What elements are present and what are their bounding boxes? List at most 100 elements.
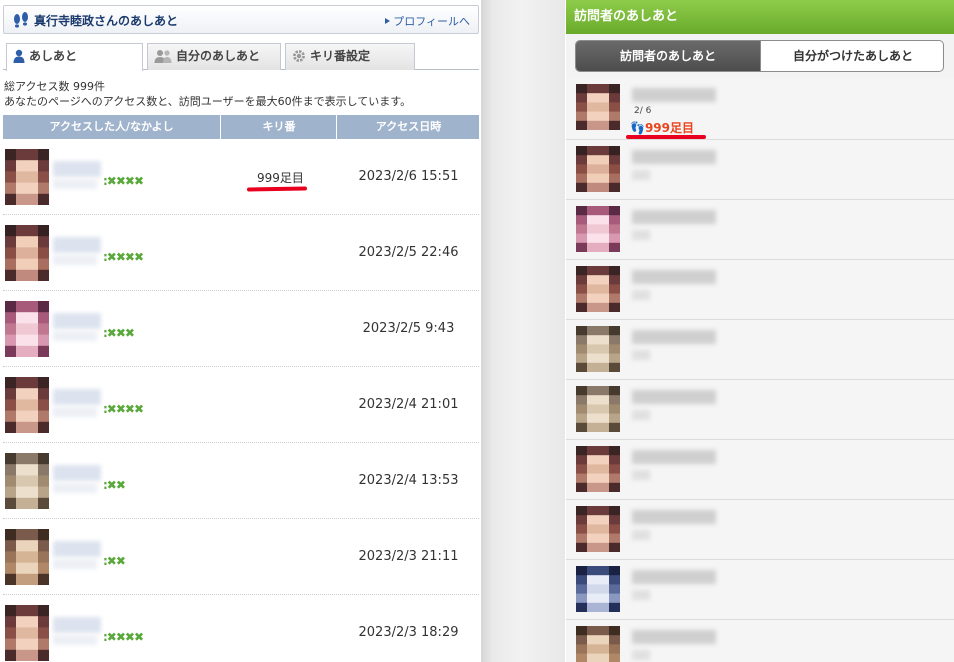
visitor-row[interactable] <box>566 200 954 260</box>
triangle-right-icon <box>385 18 391 24</box>
blurred-username <box>632 450 716 464</box>
blurred-username <box>632 390 716 404</box>
blurred-subtext <box>53 635 97 645</box>
table-header: アクセスした人/なかよし キリ番 アクセス日時 <box>3 115 479 139</box>
tab-bar: あしあと 自分のあしあと キリ番設定 <box>3 43 479 71</box>
friendship-clovers: :✖✖✖✖ <box>103 174 144 188</box>
profile-link-label: プロフィールへ <box>393 15 470 28</box>
tab-label: あしあと <box>29 49 78 63</box>
blurred-username[interactable] <box>53 541 101 557</box>
user-avatar[interactable] <box>5 301 49 357</box>
visitor-avatar[interactable] <box>576 446 620 492</box>
visitor-row[interactable] <box>566 380 954 440</box>
friendship-clovers: :✖✖✖ <box>103 326 135 340</box>
table-row: :✖✖✖✖ 2023/2/4 21:01 <box>3 367 479 443</box>
tab-footprints[interactable]: あしあと <box>6 43 143 71</box>
access-datetime: 2023/2/5 9:43 <box>362 321 455 336</box>
segment-visitor-footprints[interactable]: 訪問者のあしあと <box>576 41 760 71</box>
visitor-row[interactable] <box>566 260 954 320</box>
blurred-username[interactable] <box>53 237 101 253</box>
blurred-subtext <box>632 170 650 180</box>
tab-label: キリ番設定 <box>310 49 371 63</box>
access-datetime: 2023/2/4 13:53 <box>358 473 459 488</box>
access-datetime: 2023/2/5 22:46 <box>358 245 459 260</box>
visit-page: 2/ 6 <box>634 106 652 116</box>
column-header-datetime: アクセス日時 <box>375 120 442 133</box>
visitor-row[interactable] <box>566 440 954 500</box>
kiriban-hit-label: 999足目 <box>644 121 695 135</box>
blurred-username <box>632 510 716 524</box>
summary-description: あなたのページへのアクセス数と、訪問ユーザーを最大60件まで表示しています。 <box>4 95 412 108</box>
page-title: 真行寺睦政さんのあしあと <box>34 14 179 28</box>
friendship-clovers: :✖✖ <box>103 554 126 568</box>
table-row: :✖✖✖ 2023/2/5 9:43 <box>3 291 479 367</box>
blurred-subtext <box>632 530 650 540</box>
access-table: :✖✖✖✖ 999足目 2023/2/6 15:51 :✖✖✖✖ 2023/2/5 22… <box>3 139 479 662</box>
blurred-username[interactable] <box>53 161 101 177</box>
blurred-subtext <box>53 407 97 417</box>
access-datetime: 2023/2/6 15:51 <box>358 169 459 184</box>
blurred-subtext <box>53 331 97 341</box>
blurred-subtext <box>632 290 650 300</box>
friendship-clovers: :✖✖✖✖ <box>103 402 144 416</box>
user-avatar[interactable] <box>5 529 49 585</box>
blurred-subtext <box>53 179 97 189</box>
visitor-avatar[interactable] <box>576 84 620 130</box>
blurred-username <box>632 210 716 224</box>
friendship-clovers: :✖✖ <box>103 478 126 492</box>
visitor-row[interactable] <box>566 500 954 560</box>
table-row: :✖✖ 2023/2/3 21:11 <box>3 519 479 595</box>
segment-control: 訪問者のあしあと 自分がつけたあしあと <box>575 40 944 72</box>
footprints-panel: 真行寺睦政さんのあしあと プロフィールへ あしあと 自分のあしあと キリ番設定 … <box>0 0 481 662</box>
visitor-row[interactable] <box>566 560 954 620</box>
panel-header: 真行寺睦政さんのあしあと プロフィールへ <box>3 5 479 34</box>
access-datetime: 2023/2/3 21:11 <box>358 549 459 564</box>
user-avatar[interactable] <box>5 149 49 205</box>
blurred-subtext <box>53 255 97 265</box>
table-row: :✖✖✖✖ 2023/2/3 18:29 <box>3 595 479 662</box>
visitor-avatar[interactable] <box>576 266 620 312</box>
visitor-avatar[interactable] <box>576 566 620 612</box>
visitor-row[interactable] <box>566 620 954 662</box>
user-avatar[interactable] <box>5 377 49 433</box>
total-access-count: 総アクセス数 999件 <box>4 80 105 93</box>
access-datetime: 2023/2/3 18:29 <box>358 625 459 640</box>
tab-kiriban-settings[interactable]: キリ番設定 <box>285 43 415 70</box>
access-datetime: 2023/2/4 21:01 <box>358 397 459 412</box>
visitor-avatar[interactable] <box>576 626 620 662</box>
blurred-subtext <box>632 410 650 420</box>
profile-link[interactable]: プロフィールへ <box>385 13 470 29</box>
kiriban-hit: 👣999足目 <box>630 119 694 136</box>
blurred-username[interactable] <box>53 617 101 633</box>
friendship-clovers: :✖✖✖✖ <box>103 250 144 264</box>
visitor-list: 2/ 6 👣999足目 <box>566 78 954 662</box>
red-highlight-underline <box>626 135 706 139</box>
visitor-row[interactable]: 2/ 6 👣999足目 <box>566 78 954 140</box>
tab-own-footprints[interactable]: 自分のあしあと <box>147 43 281 70</box>
blurred-subtext <box>53 483 97 493</box>
user-avatar[interactable] <box>5 453 49 509</box>
blurred-subtext <box>632 350 650 360</box>
user-avatar[interactable] <box>5 225 49 281</box>
visitor-row[interactable] <box>566 320 954 380</box>
visitor-row[interactable] <box>566 140 954 200</box>
visitor-avatar[interactable] <box>576 506 620 552</box>
person-icon <box>13 49 25 63</box>
visitor-avatar[interactable] <box>576 386 620 432</box>
column-header-visitor: アクセスした人/なかよし <box>3 115 221 139</box>
visitor-avatar[interactable] <box>576 326 620 372</box>
blurred-subtext <box>632 650 650 660</box>
visitor-avatar[interactable] <box>576 206 620 252</box>
blurred-username[interactable] <box>53 465 101 481</box>
visitor-avatar[interactable] <box>576 146 620 192</box>
blurred-username <box>632 270 716 284</box>
friendship-clovers: :✖✖✖✖ <box>103 630 144 644</box>
segment-my-footprints[interactable]: 自分がつけたあしあと <box>760 41 943 71</box>
blurred-username[interactable] <box>53 389 101 405</box>
blurred-subtext <box>632 230 650 240</box>
table-row: :✖✖✖✖ 999足目 2023/2/6 15:51 <box>3 139 479 215</box>
blurred-username[interactable] <box>53 313 101 329</box>
kiriban-number: 999足目 <box>257 171 304 185</box>
people-icon <box>154 50 172 63</box>
user-avatar[interactable] <box>5 605 49 661</box>
